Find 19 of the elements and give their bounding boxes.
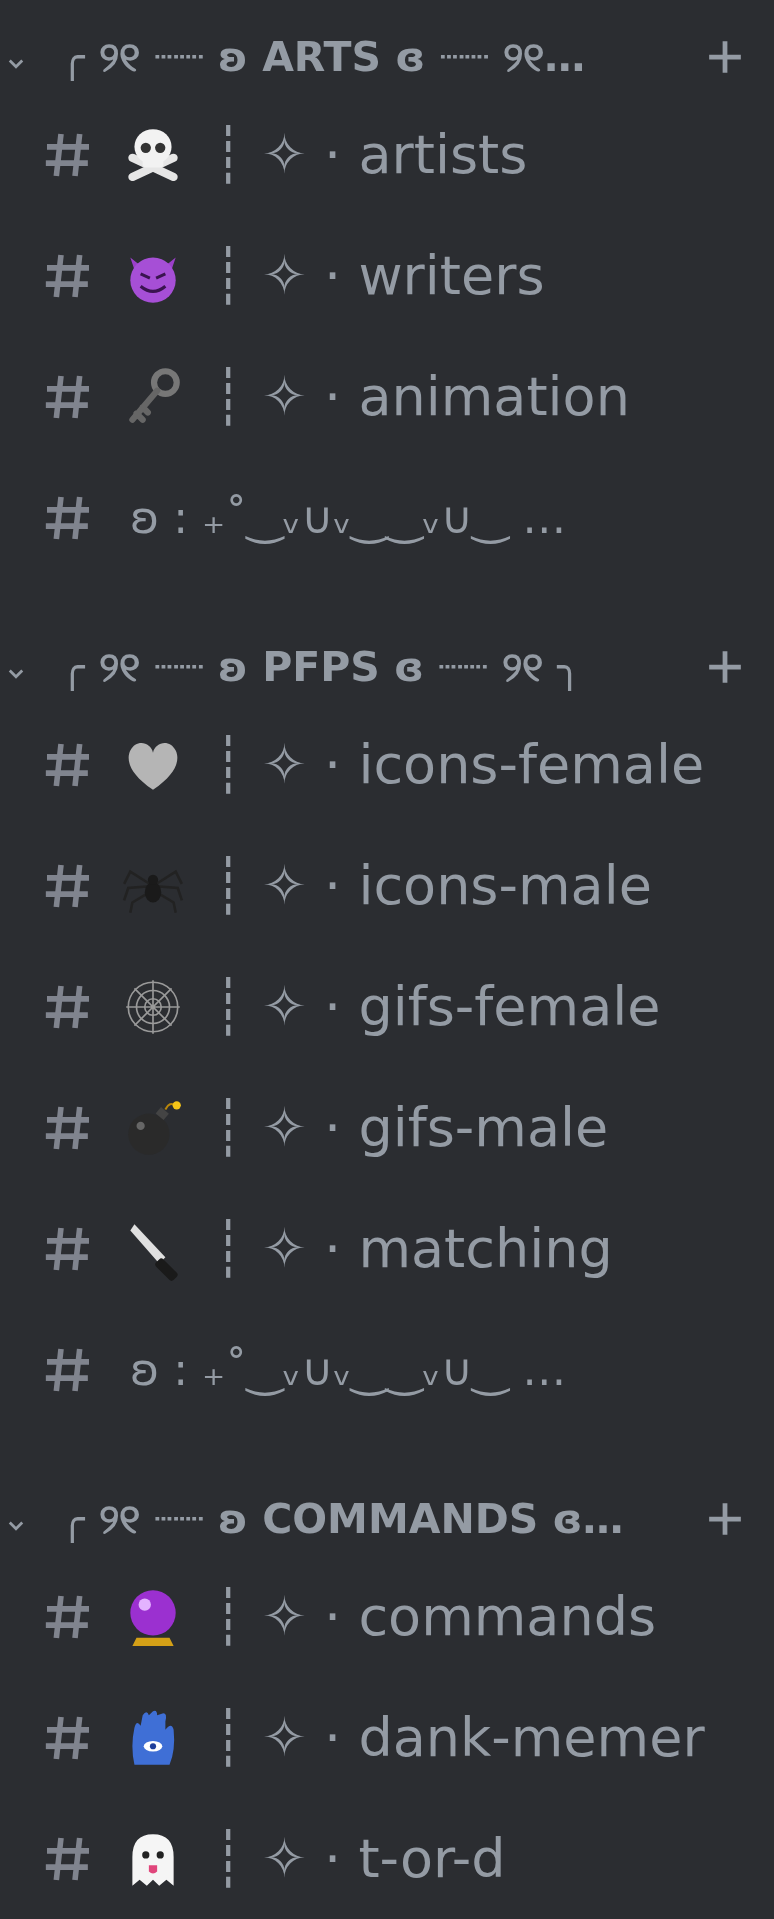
channel-name[interactable]: ʚ ꞉ ₊˚‿ᵥ∪ᵥ‿‿ᵥ∪‿ …	[130, 492, 567, 543]
channel-name[interactable]: ┊ ✧ · t-or-d	[212, 1827, 506, 1890]
add-channel-icon[interactable]	[706, 1500, 744, 1538]
channel-name[interactable]: ┊ ✧ · matching	[212, 1217, 613, 1280]
add-channel-icon[interactable]	[706, 648, 744, 686]
channel-name[interactable]: ┊ ✧ · dank-memer	[212, 1706, 705, 1769]
channel-name[interactable]: ʚ ꞉ ₊˚‿ᵥ∪ᵥ‿‿ᵥ∪‿ …	[130, 1344, 567, 1395]
channel-name[interactable]: ┊ ✧ · commands	[212, 1585, 657, 1648]
category-title[interactable]: ╭ ୨୧ ┈┈ ʚ COMMANDS ɞ…	[60, 1495, 624, 1543]
category-title[interactable]: ╭ ୨୧ ┈┈ ʚ PFPS ɞ ┈┈ ୨୧ ╮	[60, 643, 582, 691]
channel-name[interactable]: ┊ ✧ · gifs-male	[212, 1096, 609, 1159]
channel-name[interactable]: ┊ ✧ · writers	[212, 244, 545, 307]
add-channel-icon[interactable]	[706, 38, 744, 76]
channel-name[interactable]: ┊ ✧ · artists	[212, 123, 528, 186]
category-title[interactable]: ╭ ୨୧ ┈┈ ʚ ARTS ɞ ┈┈ ୨୧…	[60, 33, 586, 81]
channel-name[interactable]: ┊ ✧ · gifs-female	[212, 975, 661, 1038]
channel-name[interactable]: ┊ ✧ · icons-male	[212, 854, 652, 917]
channel-name[interactable]: ┊ ✧ · icons-female	[212, 733, 705, 796]
channel-name[interactable]: ┊ ✧ · animation	[212, 365, 630, 428]
